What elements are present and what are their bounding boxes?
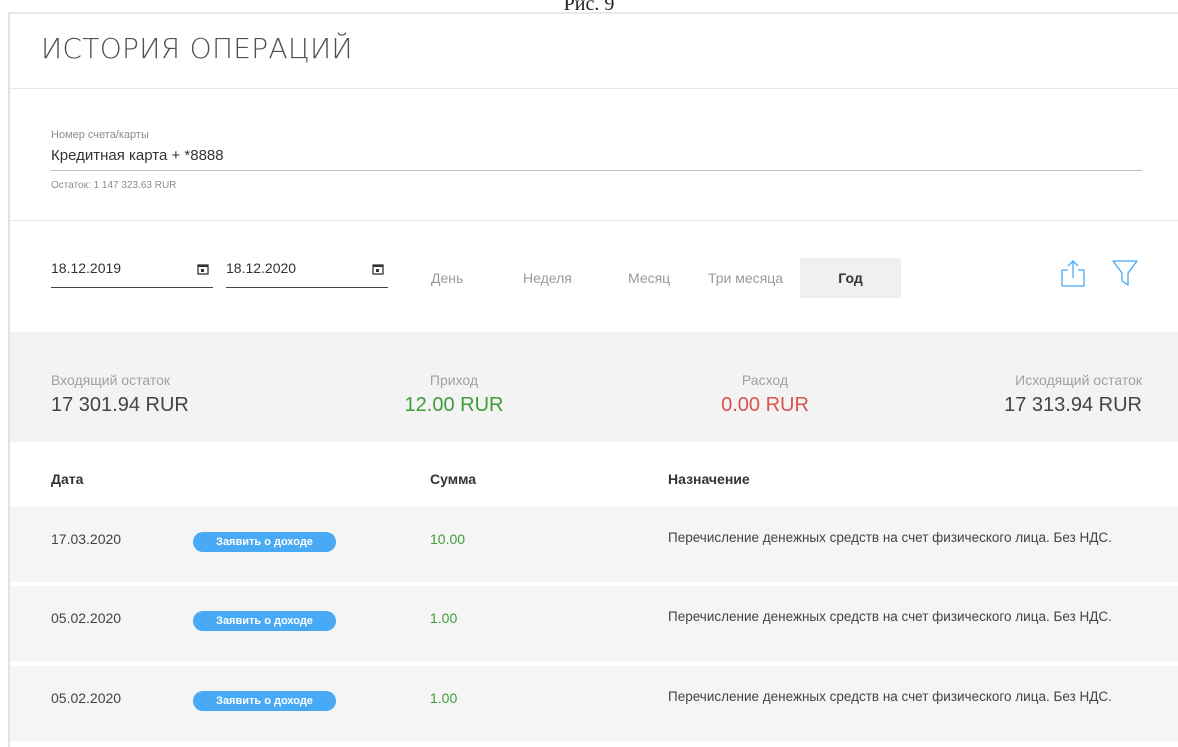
row-purpose: Перечисление денежных средств на счет фи… <box>668 530 1112 545</box>
period-three-months-button[interactable]: Три месяца <box>708 258 783 298</box>
table-row[interactable]: 05.02.2020 Заявить о доходе 1.00 Перечис… <box>10 586 1178 661</box>
period-day-button[interactable]: День <box>431 258 463 298</box>
column-header-amount[interactable]: Сумма <box>430 471 476 487</box>
outgoing-balance: Исходящий остаток 17 313.94 RUR <box>942 372 1142 417</box>
outgoing-balance-label: Исходящий остаток <box>1015 372 1142 388</box>
expense-value: 0.00 RUR <box>721 394 809 416</box>
column-header-date[interactable]: Дата <box>51 471 83 487</box>
operations-history-panel: ИСТОРИЯ ОПЕРАЦИЙ Номер счета/карты Креди… <box>8 12 1178 747</box>
expense-label: Расход <box>741 372 789 388</box>
row-amount: 1.00 <box>430 690 458 706</box>
row-purpose: Перечисление денежных средств на счет фи… <box>668 689 1112 704</box>
row-date: 05.02.2020 <box>51 690 122 706</box>
account-label: Номер счета/карты <box>51 129 149 141</box>
filter-icon[interactable] <box>1111 258 1139 288</box>
income-label: Приход <box>429 372 479 388</box>
export-icon[interactable] <box>1059 258 1087 288</box>
divider <box>10 88 1178 89</box>
incoming-balance-value: 17 301.94 RUR <box>51 394 189 416</box>
incoming-balance-label: Входящий остаток <box>51 372 170 388</box>
column-header-purpose[interactable]: Назначение <box>668 471 750 487</box>
row-date: 05.02.2020 <box>51 610 122 626</box>
date-to-field[interactable]: 18.12.2020 <box>226 260 388 288</box>
date-to-value[interactable]: 18.12.2020 <box>226 260 296 276</box>
divider <box>10 220 1178 221</box>
calendar-icon[interactable] <box>372 263 384 275</box>
table-row[interactable]: 17.03.2020 Заявить о доходе 10.00 Перечи… <box>10 507 1178 582</box>
declare-income-button[interactable]: Заявить о доходе <box>193 532 336 552</box>
account-balance: Остаток: 1 147 323.63 RUR <box>51 180 177 191</box>
period-year-button[interactable]: Год <box>800 258 901 298</box>
declare-income-button[interactable]: Заявить о доходе <box>193 691 336 711</box>
income-value: 12.00 RUR <box>404 394 504 416</box>
period-week-button[interactable]: Неделя <box>523 258 572 298</box>
row-amount: 10.00 <box>430 531 466 547</box>
page-title: ИСТОРИЯ ОПЕРАЦИЙ <box>41 32 353 65</box>
row-date: 17.03.2020 <box>51 531 122 547</box>
row-amount: 1.00 <box>430 610 458 626</box>
table-row[interactable]: 05.02.2020 Заявить о доходе 1.00 Перечис… <box>10 666 1178 741</box>
date-from-field[interactable]: 18.12.2019 <box>51 260 213 288</box>
date-from-value[interactable]: 18.12.2019 <box>51 260 121 276</box>
incoming-balance: Входящий остаток 17 301.94 RUR <box>51 372 189 417</box>
summary-panel: Входящий остаток 17 301.94 RUR Приход 12… <box>10 332 1178 442</box>
row-purpose: Перечисление денежных средств на счет фи… <box>668 609 1112 624</box>
declare-income-button[interactable]: Заявить о доходе <box>193 611 336 631</box>
period-month-button[interactable]: Месяц <box>628 258 670 298</box>
expense-total: Расход 0.00 RUR <box>705 372 825 417</box>
outgoing-balance-value: 17 313.94 RUR <box>1004 394 1142 416</box>
account-select-underline <box>51 170 1142 171</box>
calendar-icon[interactable] <box>197 263 209 275</box>
income-total: Приход 12.00 RUR <box>394 372 514 417</box>
account-select[interactable]: Кредитная карта + *8888 <box>51 147 224 164</box>
